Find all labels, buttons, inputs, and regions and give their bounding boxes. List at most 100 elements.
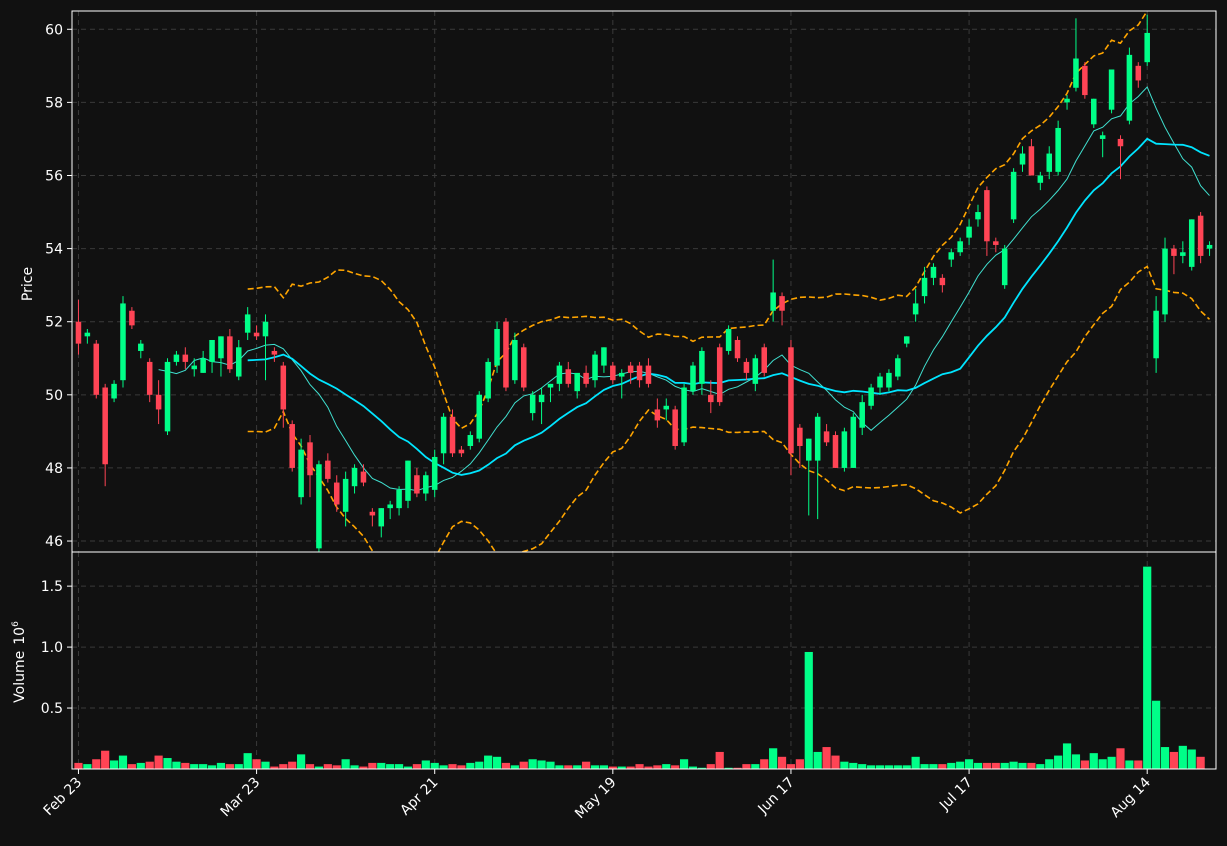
price-tick-label: 52 — [45, 315, 63, 331]
candle-body — [75, 321, 82, 344]
candle-body — [779, 296, 785, 311]
volume-bar — [795, 759, 804, 769]
candle-body — [832, 435, 839, 468]
volume-tick-label: 0.5 — [41, 701, 63, 717]
volume-bar — [964, 759, 974, 769]
volume-bar — [484, 755, 493, 769]
volume-label-text: Volume — [12, 651, 28, 703]
candle-body — [1171, 248, 1177, 256]
candle-body — [823, 431, 830, 443]
price-tick-label: 46 — [45, 534, 63, 550]
candle-body — [939, 277, 946, 286]
volume-bar — [305, 764, 315, 769]
volume-bar — [1009, 761, 1018, 769]
volume-bar — [439, 765, 448, 769]
candle-body — [521, 347, 527, 388]
candle-body — [610, 365, 616, 381]
candle-body — [146, 361, 153, 395]
volume-bar — [1045, 759, 1054, 769]
volume-bar — [635, 764, 644, 769]
candle-body — [449, 416, 456, 454]
volume-bar — [867, 765, 876, 769]
candle-body — [333, 482, 340, 505]
volume-bar — [564, 765, 573, 769]
candle-body — [912, 303, 919, 315]
volume-bar — [475, 761, 484, 769]
candle-body — [877, 376, 883, 388]
candle-body — [342, 478, 349, 512]
candle-body — [583, 372, 589, 384]
candle-body — [378, 508, 385, 527]
volume-bar — [599, 765, 609, 769]
candle-body — [236, 347, 242, 377]
candle-body — [930, 266, 937, 278]
price-tick-label: 54 — [45, 242, 63, 258]
candle-body — [868, 387, 874, 406]
volume-bar — [154, 755, 163, 769]
candle-body — [316, 464, 322, 549]
volume-bar — [394, 764, 404, 769]
candle-body — [645, 365, 652, 384]
candle-body — [155, 394, 162, 410]
volume-bar — [341, 759, 350, 769]
volume-bar — [1116, 748, 1125, 769]
volume-bar — [590, 765, 600, 769]
candle-body — [405, 460, 411, 501]
candle-body — [485, 361, 491, 399]
volume-bar — [368, 762, 377, 769]
volume-bar — [1018, 762, 1027, 769]
candle-body — [806, 438, 812, 461]
candle-body — [191, 365, 197, 370]
candle-body — [903, 336, 910, 344]
volume-bar — [510, 765, 519, 769]
volume-bar — [199, 764, 208, 769]
volume-bar — [858, 764, 867, 769]
candle-body — [102, 387, 108, 465]
volume-bar — [288, 761, 297, 769]
candle-body — [886, 372, 892, 388]
volume-bar — [83, 764, 92, 769]
volume-bar — [234, 764, 243, 769]
candle-body — [244, 314, 251, 333]
candle-body — [1197, 215, 1204, 256]
candle-body — [218, 336, 224, 359]
candle-body — [1188, 219, 1195, 267]
candle-body — [138, 343, 144, 351]
volume-bar — [786, 764, 796, 769]
volume-bar — [653, 765, 662, 769]
candle-body — [84, 332, 91, 337]
candle-body — [120, 303, 126, 381]
volume-bar — [555, 765, 564, 769]
volume-bar — [501, 762, 511, 769]
candle-body — [921, 277, 928, 297]
volume-bar — [457, 765, 466, 769]
volume-exponent-text: 6 — [11, 621, 21, 627]
candle-body — [565, 369, 572, 384]
candle-body — [601, 347, 607, 366]
volume-bar — [1062, 743, 1072, 769]
volume-bar — [884, 765, 894, 769]
volume-bar — [1000, 762, 1009, 769]
volume-bar — [127, 764, 136, 769]
candle-body — [93, 343, 100, 395]
volume-bar — [840, 761, 849, 769]
volume-bar — [849, 762, 858, 769]
price-tick-label: 58 — [45, 95, 63, 111]
volume-bar — [1036, 764, 1045, 769]
candle-body — [1064, 98, 1070, 103]
candle-body — [262, 321, 269, 337]
price-axis-label: Price — [20, 267, 36, 301]
candle-body — [672, 409, 678, 446]
volume-bar — [804, 651, 813, 769]
candle-body — [1117, 138, 1124, 147]
candle-body — [512, 339, 518, 381]
candle-body — [423, 475, 429, 494]
volume-bar — [190, 764, 199, 769]
candle-body — [1180, 252, 1186, 256]
candle-body — [209, 339, 215, 362]
price-tick-label: 60 — [45, 22, 63, 38]
volume-bar — [172, 761, 181, 769]
candle-body — [708, 394, 714, 403]
volume-bar — [831, 755, 840, 769]
candle-body — [948, 252, 955, 260]
